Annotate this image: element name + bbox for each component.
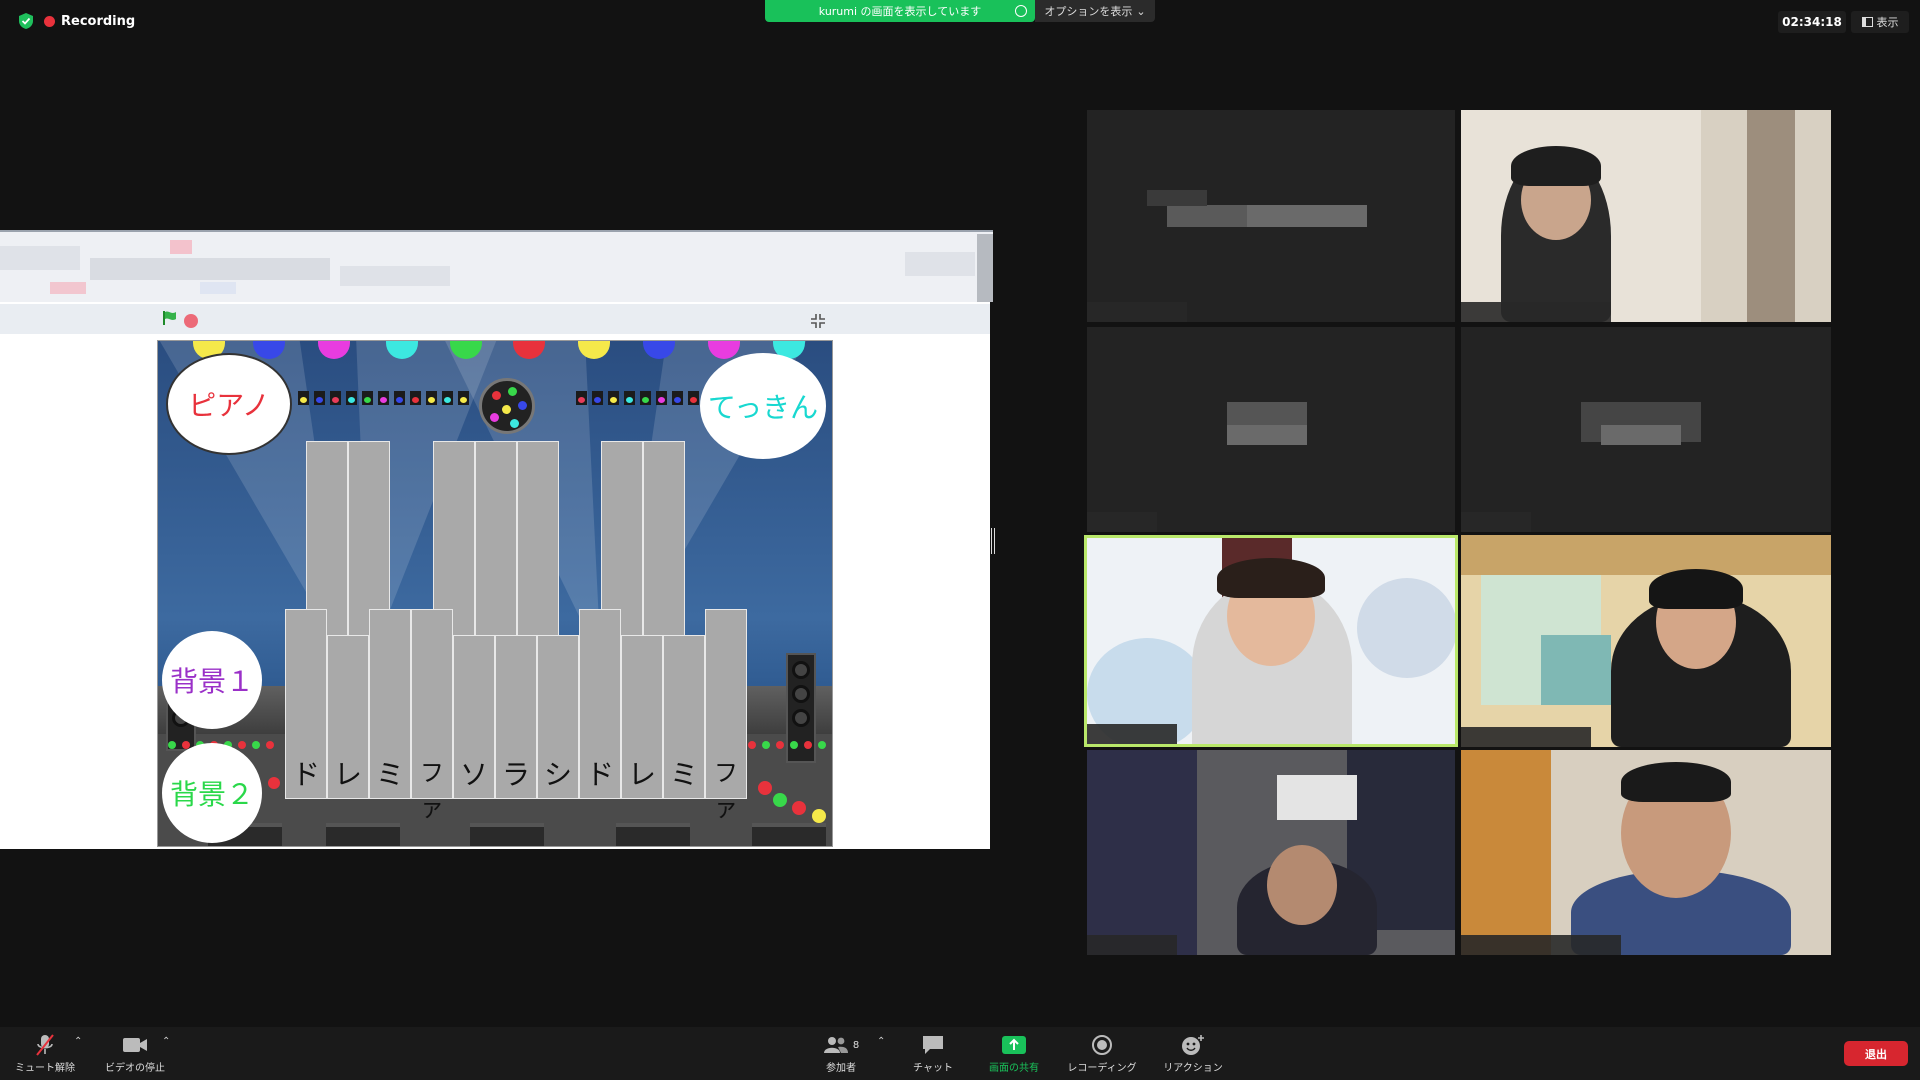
participant-name-plate — [1087, 512, 1157, 532]
participant-name-plate — [1087, 724, 1177, 744]
stop-share-icon[interactable] — [1015, 5, 1027, 17]
recording-button-label: レコーディング — [1067, 1063, 1137, 1074]
recording-dot-icon — [44, 15, 55, 27]
video-tile-5-active-speaker[interactable] — [1084, 535, 1458, 747]
video-tile-2[interactable] — [1461, 110, 1831, 322]
leave-meeting-button[interactable]: 退出 — [1844, 1041, 1908, 1066]
spotlight-icon — [318, 341, 350, 359]
participant-count: 8 — [852, 1039, 860, 1051]
unmute-label: ミュート解除 — [15, 1063, 75, 1074]
participant-name-plate — [1461, 727, 1591, 747]
key-label-mi-high: ミ — [669, 758, 698, 791]
view-label: 表示 — [1876, 16, 1899, 29]
recording-indicator[interactable]: Recording — [44, 14, 135, 29]
participant-name-plate — [1461, 935, 1621, 955]
video-camera-icon — [123, 1038, 147, 1052]
reactions-button[interactable]: リアクション — [1148, 1033, 1238, 1074]
key-label-do-high: ド — [585, 758, 614, 791]
emoji-add-icon — [1182, 1035, 1204, 1055]
key-label-do: ド — [291, 758, 320, 791]
light-bulb-row — [298, 391, 469, 405]
video-tile-4[interactable] — [1461, 327, 1831, 532]
key-label-so: ソ — [459, 758, 488, 791]
video-options-chevron-icon[interactable]: ⌃ — [162, 1036, 170, 1047]
key-label-mi: ミ — [375, 758, 404, 791]
browser-toolbar-blurred — [0, 230, 993, 302]
disco-ball-icon — [479, 378, 535, 434]
piano-upper-key[interactable] — [601, 441, 643, 636]
stage-header — [0, 304, 990, 334]
participant-name-plate — [1087, 302, 1187, 322]
background2-bubble[interactable]: 背景２ — [162, 743, 262, 843]
participant-name-plate — [1461, 512, 1531, 532]
split-view-handle[interactable] — [991, 528, 995, 554]
view-options-button[interactable]: オプションを表示 ⌄ — [1035, 0, 1155, 22]
key-label-ra: ラ — [501, 758, 530, 791]
piano-bubble[interactable]: ピアノ — [166, 353, 292, 455]
green-flag-icon[interactable] — [162, 310, 178, 326]
video-tile-3[interactable] — [1087, 327, 1455, 532]
tekkin-bubble[interactable]: てっきん — [700, 353, 826, 459]
participants-button[interactable]: 8 参加者 — [796, 1033, 886, 1074]
video-tile-8[interactable] — [1461, 750, 1831, 955]
meeting-timer: 02:34:18 — [1778, 11, 1846, 33]
view-button[interactable]: 表示 — [1851, 11, 1909, 33]
audio-options-chevron-icon[interactable]: ⌃ — [74, 1036, 82, 1047]
background2-bubble-label: 背景２ — [169, 778, 254, 811]
tekkin-bubble-label: てっきん — [707, 391, 819, 424]
piano-upper-key[interactable] — [643, 441, 685, 636]
speaker-view-icon — [1861, 17, 1873, 27]
piano-bubble-label: ピアノ — [188, 389, 270, 422]
piano-upper-key[interactable] — [433, 441, 475, 636]
zoom-window: Recording kurumi の画面を表示しています オプションを表示 ⌄ … — [0, 0, 1920, 1080]
key-label-shi: シ — [543, 758, 572, 791]
key-label-re-high: レ — [627, 758, 656, 791]
piano-upper-key[interactable] — [475, 441, 517, 636]
share-screen-label: 画面の共有 — [989, 1063, 1039, 1074]
stop-sign-icon[interactable] — [184, 314, 198, 328]
recording-button[interactable]: レコーディング — [1057, 1033, 1147, 1074]
key-label-fa: ファ — [420, 759, 444, 822]
participants-label: 参加者 — [826, 1063, 856, 1074]
video-tile-1[interactable] — [1087, 110, 1455, 322]
record-icon — [1092, 1035, 1112, 1055]
recording-label: Recording — [61, 13, 136, 29]
background1-bubble-label: 背景１ — [169, 665, 254, 698]
chat-label: チャット — [913, 1063, 953, 1074]
piano-upper-key[interactable] — [517, 441, 559, 636]
key-label-fa-high: ファ — [714, 759, 738, 822]
stop-video-label: ビデオの停止 — [105, 1063, 165, 1074]
chat-button[interactable]: チャット — [888, 1033, 978, 1074]
video-tile-7[interactable] — [1087, 750, 1455, 955]
view-options-label: オプションを表示 — [1044, 5, 1133, 18]
share-banner: kurumi の画面を表示しています — [765, 0, 1035, 22]
chevron-down-icon: ⌄ — [1136, 4, 1146, 18]
microphone-muted-icon — [36, 1034, 54, 1056]
share-screen-icon — [1002, 1036, 1026, 1054]
chat-bubble-icon — [923, 1036, 943, 1054]
participants-icon — [823, 1037, 848, 1053]
scratch-stage[interactable]: ド レ ミ ファ ソ ラ シ ド レ ミ ファ ピアノ てっきん 背景１ 背景２ — [157, 340, 833, 847]
piano-upper-key[interactable] — [306, 441, 348, 636]
participants-chevron-icon[interactable]: ⌃ — [877, 1036, 885, 1047]
video-tile-6[interactable] — [1461, 535, 1831, 747]
participant-name-plate — [1087, 935, 1177, 955]
share-banner-text: kurumi の画面を表示しています — [818, 5, 982, 18]
background1-bubble[interactable]: 背景１ — [162, 631, 262, 729]
key-label-re: レ — [333, 758, 362, 791]
piano-upper-key[interactable] — [348, 441, 390, 636]
security-shield-icon[interactable] — [18, 12, 34, 30]
reactions-label: リアクション — [1163, 1063, 1223, 1074]
share-screen-button[interactable]: 画面の共有 — [969, 1033, 1059, 1074]
top-left-status: Recording — [18, 12, 135, 30]
exit-fullscreen-icon[interactable] — [810, 313, 826, 329]
participant-name-plate — [1461, 302, 1611, 322]
